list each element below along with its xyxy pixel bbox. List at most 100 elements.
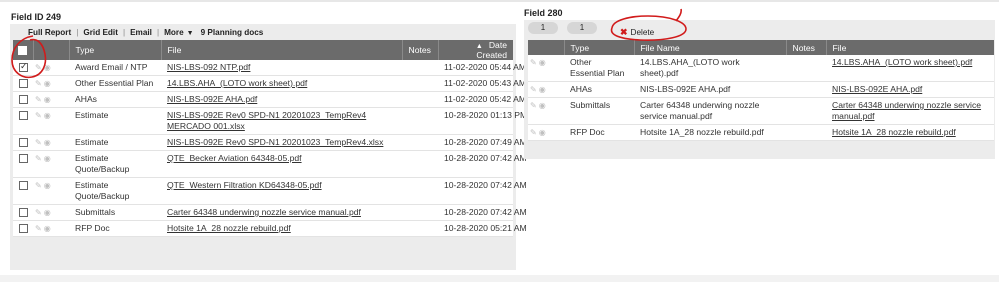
- date-created-header[interactable]: ▲ Date Created: [438, 40, 513, 60]
- row-checkbox[interactable]: [19, 224, 28, 234]
- pencil-icon[interactable]: ✎: [35, 137, 42, 148]
- notes-header[interactable]: Notes: [402, 40, 439, 60]
- email-link[interactable]: Email: [130, 28, 152, 37]
- table-row[interactable]: ✎ ◉ Estimate Quote/Backup QTE_Western Filtr…: [13, 177, 527, 205]
- full-report-link[interactable]: Full Report: [28, 28, 71, 37]
- pencil-icon[interactable]: ✎: [35, 110, 42, 121]
- pencil-icon[interactable]: ✎: [35, 62, 42, 73]
- select-cell: [13, 150, 33, 178]
- file-header[interactable]: File: [826, 40, 994, 55]
- type-header[interactable]: Type: [69, 40, 162, 60]
- file-link[interactable]: Carter 64348 underwing nozzle service ma…: [832, 100, 981, 121]
- file-cell: NIS-LBS-092E Rev0 SPD-N1 20201023_TempRe…: [161, 134, 402, 151]
- row-checkbox[interactable]: [19, 154, 28, 164]
- row-checkbox[interactable]: [19, 181, 28, 191]
- pencil-icon[interactable]: ✎: [35, 153, 42, 164]
- file-link[interactable]: NIS-LBS-092E AHA.pdf: [832, 84, 922, 94]
- more-dropdown[interactable]: More ▼: [164, 28, 194, 37]
- row-checkbox[interactable]: [19, 111, 28, 121]
- file-cell: Hotsite 1A_28 nozzle rebuild.pdf: [161, 220, 402, 237]
- pencil-icon[interactable]: ✎: [530, 57, 537, 68]
- chevron-down-icon: ▼: [186, 29, 194, 37]
- pencil-icon[interactable]: ✎: [530, 100, 537, 111]
- pencil-icon[interactable]: ✎: [35, 207, 42, 218]
- select-cell: [13, 204, 33, 221]
- file-link[interactable]: NIS-LBS-092E Rev0 SPD-N1 20201023_TempRe…: [167, 137, 383, 147]
- eye-icon[interactable]: ◉: [539, 84, 546, 95]
- file-link[interactable]: NIS-LBS-092E AHA.pdf: [167, 94, 257, 104]
- table-row[interactable]: ✎ ◉ RFP Doc Hotsite 1A_28 nozzle rebuild.pd…: [13, 220, 527, 237]
- table-row[interactable]: ✎ ◉ Estimate NIS-LBS-092E Rev0 SPD-N1 20201…: [13, 134, 527, 151]
- pager: 1 1: [528, 22, 597, 34]
- file-link[interactable]: QTE_Western Filtration KD64348-05.pdf: [167, 180, 322, 190]
- eye-icon[interactable]: ◉: [539, 127, 546, 138]
- row-checkbox[interactable]: [19, 138, 28, 148]
- planning-docs-count: 9 Planning docs: [200, 27, 264, 37]
- page-indicator[interactable]: 1: [528, 22, 558, 34]
- file-link[interactable]: QTE_Becker Aviation 64348-05.pdf: [167, 153, 302, 163]
- table-row[interactable]: ✎ ◉ Other Essential Plan 14.LBS.AHA_(LOTO w…: [528, 55, 994, 82]
- table-row[interactable]: ✎ ◉ Estimate Quote/Backup QTE_Becker Aviati…: [13, 150, 527, 178]
- notes-cell: [402, 91, 438, 108]
- eye-icon[interactable]: ◉: [539, 57, 546, 68]
- pencil-icon[interactable]: ✎: [530, 84, 537, 95]
- file-link[interactable]: Carter 64348 underwing nozzle service ma…: [167, 207, 361, 217]
- table-row[interactable]: ✎ ◉ Estimate NIS-LBS-092E Rev0 SPD-N1 20201…: [13, 107, 527, 135]
- notes-cell: [786, 81, 826, 98]
- file-link[interactable]: 14.LBS.AHA_(LOTO work sheet).pdf: [832, 57, 972, 67]
- grid-edit-link[interactable]: Grid Edit: [83, 28, 118, 37]
- table-row[interactable]: ✎ ◉ Submittals Carter 64348 underwing nozzl…: [13, 204, 527, 221]
- eye-icon[interactable]: ◉: [44, 223, 51, 234]
- type-header[interactable]: Type: [564, 40, 635, 55]
- pencil-icon[interactable]: ✎: [35, 94, 42, 105]
- file-link[interactable]: NIS-LBS-092E Rev0 SPD-N1 20201023_TempRe…: [167, 110, 366, 131]
- date-created: 11-02-2020 05:43 AM: [438, 75, 526, 92]
- left-toolbar: Full Report | Grid Edit | Email | More ▼ …: [10, 25, 516, 39]
- table-row[interactable]: ✎◉Award Email / NTPNIS-LBS-092 NTP.pdf11…: [13, 60, 526, 76]
- table-row[interactable]: ✎ ◉ Submittals Carter 64348 underwing nozzl…: [528, 97, 994, 125]
- row-checkbox[interactable]: [19, 95, 28, 105]
- select-cell: [13, 60, 33, 76]
- doc-type: Estimate: [69, 134, 161, 151]
- table-row[interactable]: ✎ ◉ RFP Doc Hotsite 1A_28 nozzle rebuild.pd…: [528, 124, 994, 141]
- row-checkbox[interactable]: [19, 61, 28, 73]
- file-name: NIS-LBS-092E AHA.pdf: [634, 81, 786, 98]
- pencil-icon[interactable]: ✎: [530, 127, 537, 138]
- eye-icon[interactable]: ◉: [44, 207, 51, 218]
- eye-icon[interactable]: ◉: [539, 100, 546, 111]
- file-link[interactable]: Hotsite 1A_28 nozzle rebuild.pdf: [167, 223, 291, 233]
- file-name-header[interactable]: File Name: [634, 40, 787, 55]
- select-cell: [13, 177, 33, 205]
- notes-header[interactable]: Notes: [786, 40, 827, 55]
- table-row[interactable]: ✎ ◉ Other Essential Plan 14.LBS.AHA_(LOTO w…: [13, 75, 526, 92]
- left-panel-title: Field ID 249: [11, 12, 62, 22]
- file-cell: QTE_Western Filtration KD64348-05.pdf: [161, 177, 402, 205]
- eye-icon[interactable]: ◉: [44, 78, 51, 89]
- file-header[interactable]: File: [161, 40, 403, 60]
- page-indicator[interactable]: 1: [567, 22, 597, 34]
- eye-icon[interactable]: ◉: [44, 62, 51, 73]
- notes-cell: [402, 107, 438, 135]
- row-checkbox[interactable]: [19, 79, 28, 89]
- eye-icon[interactable]: ◉: [44, 153, 51, 164]
- right-table-header: Type File Name Notes File: [528, 40, 994, 55]
- pencil-icon[interactable]: ✎: [35, 78, 42, 89]
- select-all-checkbox[interactable]: [18, 46, 27, 56]
- eye-icon[interactable]: ◉: [44, 110, 51, 121]
- left-docs-table: Type File Notes ▲Date Created ✎◉Award Em…: [13, 40, 527, 237]
- file-link[interactable]: NIS-LBS-092 NTP.pdf: [167, 62, 250, 72]
- eye-icon[interactable]: ◉: [44, 94, 51, 105]
- eye-icon[interactable]: ◉: [44, 137, 51, 148]
- file-link[interactable]: Hotsite 1A_28 nozzle rebuild.pdf: [832, 127, 956, 137]
- delete-button[interactable]: ✖ Delete: [620, 27, 654, 38]
- pencil-icon[interactable]: ✎: [35, 223, 42, 234]
- notes-cell: [786, 55, 826, 82]
- notes-cell: [402, 220, 438, 237]
- eye-icon[interactable]: ◉: [44, 180, 51, 191]
- table-row[interactable]: ✎ ◉ AHAs NIS-LBS-092E AHA.pdf NIS-LBS-092E A…: [528, 81, 994, 98]
- table-row[interactable]: ✎ ◉ AHAs NIS-LBS-092E AHA.pdf 11-02-2020 05:…: [13, 91, 526, 108]
- date-created: 10-28-2020 07:49 AM: [438, 134, 527, 151]
- row-checkbox[interactable]: [19, 208, 28, 218]
- file-link[interactable]: 14.LBS.AHA_(LOTO work sheet).pdf: [167, 78, 307, 88]
- pencil-icon[interactable]: ✎: [35, 180, 42, 191]
